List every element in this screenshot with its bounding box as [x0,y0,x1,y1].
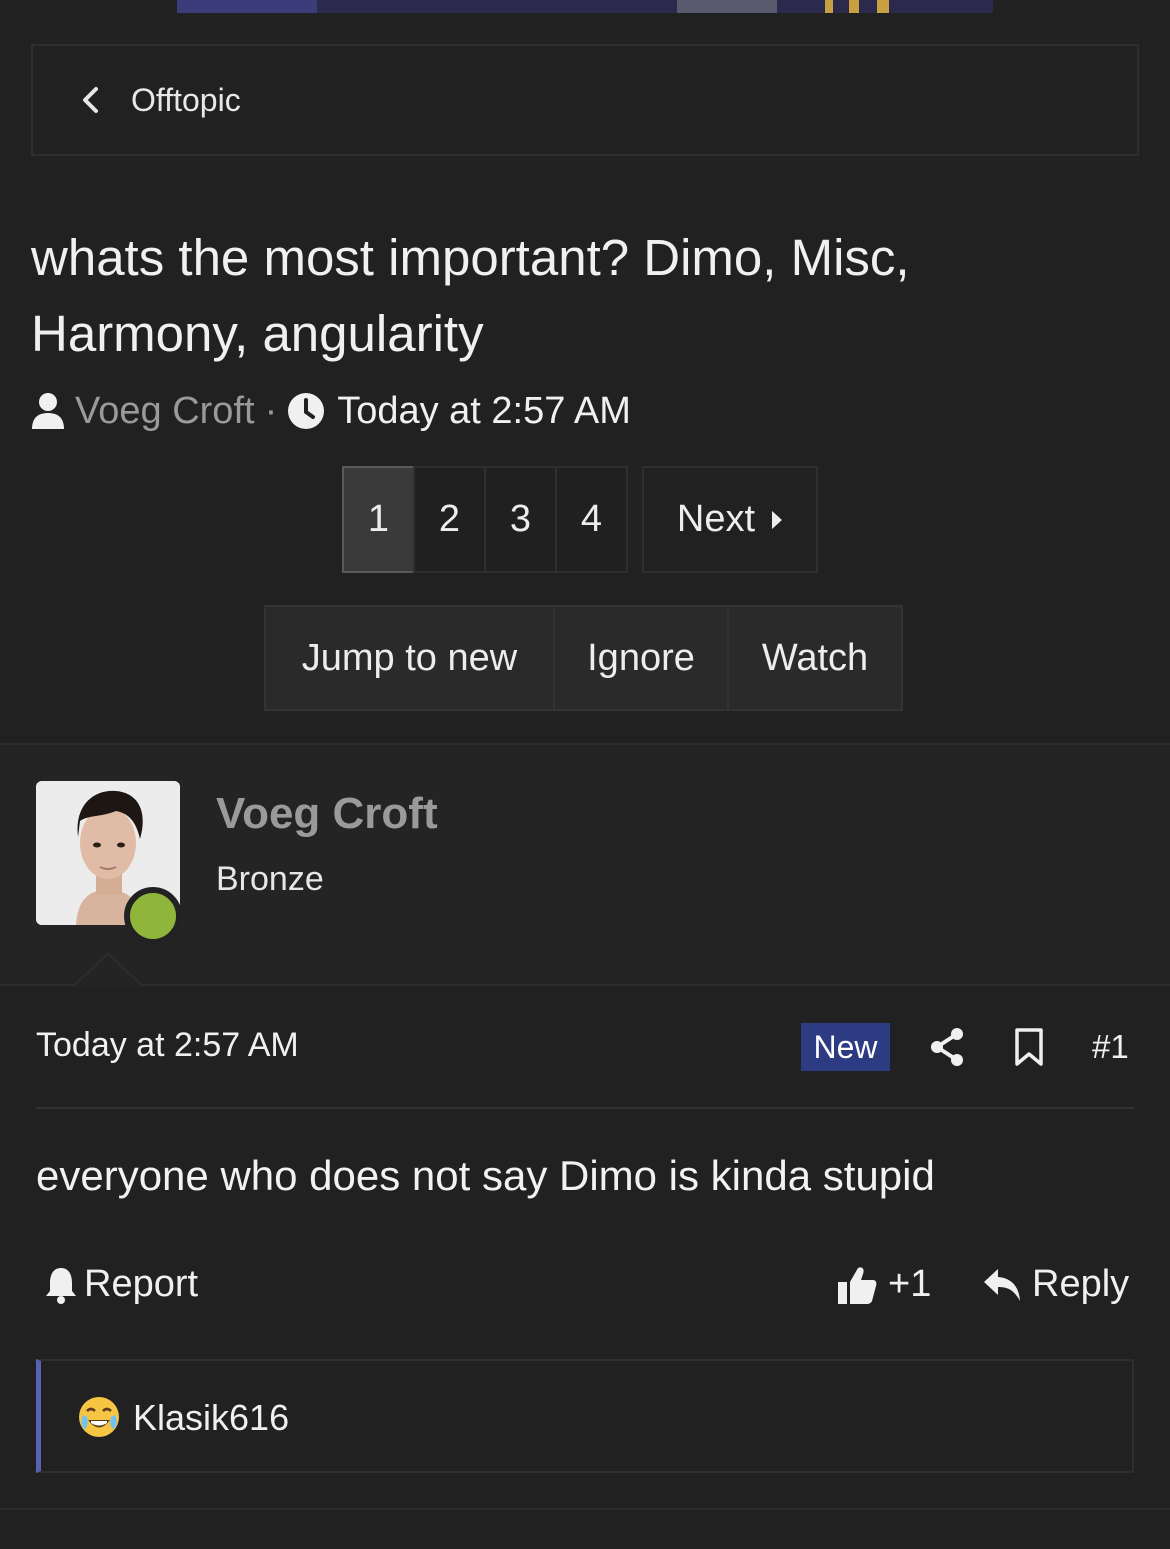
top-banner-ad[interactable] [177,0,993,13]
caret-right-icon [772,510,783,529]
page-button-4[interactable]: 4 [555,466,628,573]
message-pointer-inner [74,955,142,987]
banner-stripe [877,0,889,13]
ignore-button[interactable]: Ignore [553,605,729,711]
chevron-left-icon [83,87,98,113]
thumbs-up-icon [838,1266,877,1304]
thread-actions: Jump to new Ignore Watch [264,605,903,711]
like-button[interactable]: +1 [836,1263,931,1306]
meta-separator: · [264,389,278,432]
thread-author-link[interactable]: Voeg Croft [75,390,255,433]
post-number-link[interactable]: #1 [1092,1028,1129,1066]
reply-label: Reply [1032,1263,1130,1305]
online-status-indicator [124,887,182,945]
bookmark-icon[interactable] [1013,1027,1045,1067]
reply-button[interactable]: Reply [982,1263,1129,1306]
banner-stripe [677,0,777,13]
page-button-1[interactable]: 1 [342,466,415,573]
post-separator [36,1107,1134,1109]
pagination: 1 2 3 4 Next [342,466,818,573]
bottom-divider [0,1508,1170,1510]
clock-icon [288,393,325,429]
thread-title: whats the most important? Dimo, Misc, Ha… [31,229,910,362]
jump-to-new-button[interactable]: Jump to new [264,605,555,711]
post-user-block: Voeg Croft Bronze [0,745,1170,985]
thread-meta: Voeg Croft · Today at 2:57 AM [31,388,631,434]
banner-stripe [825,0,833,13]
page-button-2[interactable]: 2 [413,466,486,573]
like-count: +1 [888,1263,932,1305]
next-page-label: Next [676,498,756,540]
tears-of-joy-emoji-icon [79,1397,119,1437]
banner-stripe [177,0,317,13]
thread-time[interactable]: Today at 2:57 AM [337,390,631,433]
watch-button[interactable]: Watch [727,605,903,711]
page-button-3[interactable]: 3 [484,466,557,573]
breadcrumb-label[interactable]: Offtopic [131,82,241,119]
banner-stripe [849,0,859,13]
bell-icon [46,1267,76,1304]
reaction-username[interactable]: Klasik616 [133,1397,289,1439]
post-time[interactable]: Today at 2:57 AM [36,1026,299,1065]
post-username[interactable]: Voeg Croft [216,789,438,839]
user-icon [32,393,64,429]
share-icon[interactable] [929,1027,965,1067]
post-body: everyone who does not say Dimo is kinda … [36,1152,935,1199]
next-page-button[interactable]: Next [642,466,818,573]
new-badge: New [801,1023,890,1071]
user-rank: Bronze [216,860,324,898]
reply-icon [984,1268,1020,1301]
report-button[interactable]: Report [44,1263,198,1306]
reaction-bar[interactable]: Klasik616 [36,1359,1134,1473]
post-header-divider [0,984,1170,986]
breadcrumb[interactable]: Offtopic [31,44,1139,156]
report-label: Report [84,1263,199,1305]
